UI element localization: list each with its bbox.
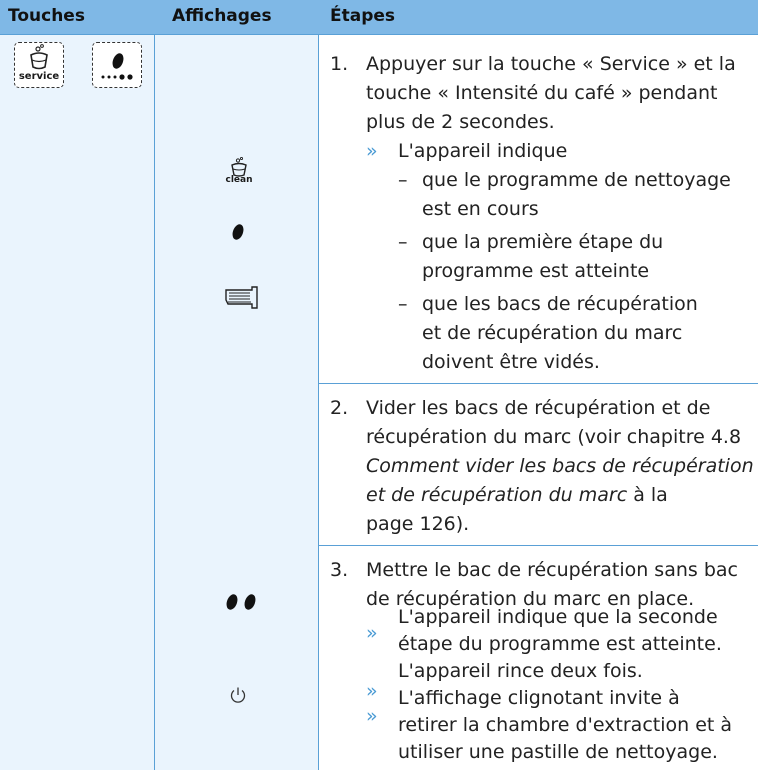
step-1-sub-item: que les bacs de récupération xyxy=(422,293,698,315)
step-1-sub-item: que le programme de nettoyage xyxy=(422,169,731,191)
step-1-result: L'appareil indique xyxy=(398,140,568,162)
list-dash: – xyxy=(398,169,408,191)
drip-tray-icon xyxy=(224,284,260,312)
step-2-text: Vider les bacs de récupération et de xyxy=(366,397,711,419)
step-1-sub-item: et de récupération du marc xyxy=(422,322,683,344)
step-3-result: L'appareil rince deux fois. xyxy=(398,660,643,682)
step-1-sub-item: programme est atteinte xyxy=(422,260,650,282)
column-divider xyxy=(318,34,319,770)
header-touches: Touches xyxy=(8,6,85,26)
step-1-text: Appuyer sur la touche « Service » et la xyxy=(366,53,736,75)
service-key-icon: service xyxy=(14,42,64,88)
header-divider xyxy=(0,34,758,35)
step-1-text: plus de 2 secondes. xyxy=(366,111,555,133)
step-1-sub-item: est en cours xyxy=(422,198,539,220)
row-divider xyxy=(319,545,758,546)
result-arrow: » xyxy=(366,622,378,644)
step-1-sub-item: que la première étape du xyxy=(422,231,664,253)
step-2-text: page 126). xyxy=(366,513,470,535)
step-3-text: Mettre le bac de récupération sans bac xyxy=(366,559,738,581)
step-2-text-line: et de récupération du marc à la xyxy=(366,481,668,510)
column-divider xyxy=(154,34,155,770)
power-icon xyxy=(229,686,247,704)
step-2-number: 2. xyxy=(330,397,349,419)
step-3-result: L'affichage clignotant invite à xyxy=(398,687,680,709)
clean-label: clean xyxy=(225,175,253,185)
step-2-reference: Comment vider les bacs de récupération xyxy=(366,455,754,477)
step-1-sub-item: doivent être vidés. xyxy=(422,351,600,373)
affichages-column xyxy=(155,34,318,770)
step-3-result: retirer la chambre d'extraction et à xyxy=(398,714,733,736)
list-dash: – xyxy=(398,231,408,253)
step-3-result: L'appareil indique que la seconde xyxy=(398,606,718,628)
instruction-table: Touches Affichages Étapes service clean … xyxy=(0,0,758,770)
result-arrow: » xyxy=(366,140,378,162)
one-bean-icon xyxy=(230,222,246,242)
step-3-result: étape du programme est atteinte. xyxy=(398,633,722,655)
coffee-strength-key-icon xyxy=(92,42,142,88)
row-divider xyxy=(319,383,758,384)
table-header: Touches Affichages Étapes xyxy=(0,0,758,34)
service-key-label: service xyxy=(18,71,60,82)
step-1-text: touche « Intensité du café » pendant xyxy=(366,82,718,104)
service-clean-icon: clean xyxy=(224,156,254,187)
step-1-number: 1. xyxy=(330,53,349,75)
step-2-text: récupération du marc (voir chapitre 4.8 xyxy=(366,426,742,448)
step-2-reference: et de récupération du marc xyxy=(366,484,628,506)
header-etapes: Étapes xyxy=(330,6,396,26)
list-dash: – xyxy=(398,293,408,315)
header-affichages: Affichages xyxy=(172,6,272,26)
result-arrow: » xyxy=(366,705,378,727)
step-3-result: utiliser une pastille de nettoyage. xyxy=(398,741,718,763)
two-beans-icon xyxy=(224,592,258,612)
touches-column xyxy=(0,34,154,770)
step-2-text: à la xyxy=(627,484,668,506)
step-3-number: 3. xyxy=(330,559,349,581)
